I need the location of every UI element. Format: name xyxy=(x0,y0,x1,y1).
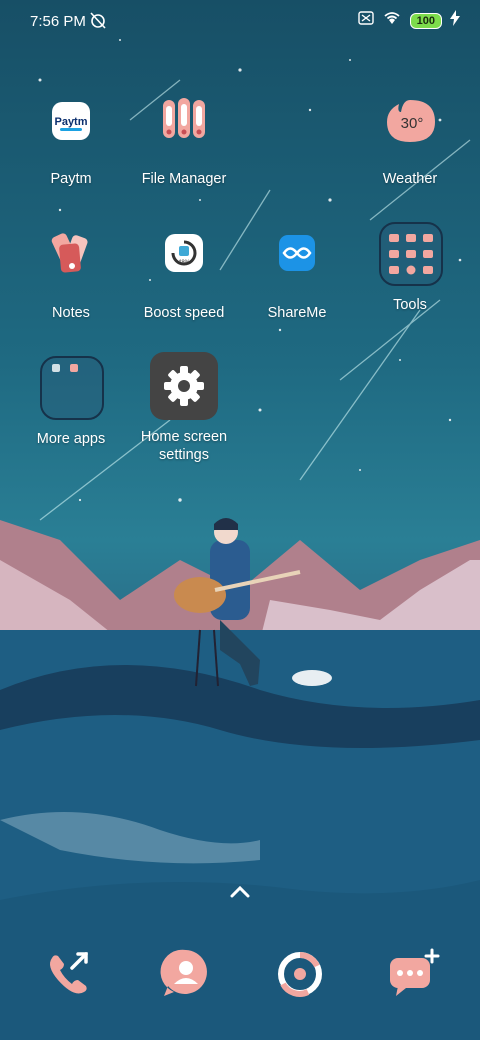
file-manager-icon xyxy=(151,96,217,162)
weather-temp: 30° xyxy=(401,115,424,132)
app-label: Notes xyxy=(52,305,90,321)
weather-icon: 30° xyxy=(377,96,443,162)
app-label: More apps xyxy=(36,431,106,447)
phone-icon[interactable] xyxy=(42,946,98,1002)
app-paytm[interactable]: Paytm Paytm xyxy=(16,96,126,188)
boost-speed-icon: 48% xyxy=(151,230,217,296)
sim-icon xyxy=(357,10,374,31)
shareme-icon xyxy=(264,230,330,296)
app-weather[interactable]: 30° Weather xyxy=(355,96,465,188)
folder-tools[interactable]: Tools xyxy=(355,222,465,314)
app-file-manager[interactable]: File Manager xyxy=(129,96,239,188)
app-home-screen-settings[interactable]: Home screen settings xyxy=(129,352,239,464)
paytm-icon: Paytm xyxy=(38,96,104,162)
gear-icon xyxy=(150,352,218,420)
messages-icon[interactable] xyxy=(386,946,442,1002)
app-shareme[interactable]: ShareMe xyxy=(242,230,352,322)
app-label: Paytm xyxy=(50,171,92,187)
app-boost-speed[interactable]: 48% Boost speed xyxy=(129,230,239,322)
dock xyxy=(0,946,480,1006)
tools-folder-icon xyxy=(379,222,443,286)
status-time: 7:56 PM xyxy=(30,13,86,30)
app-label: File Manager xyxy=(141,171,227,187)
app-notes[interactable]: Notes xyxy=(16,230,126,322)
notes-icon xyxy=(38,230,104,296)
boost-percent: 48% xyxy=(178,260,191,266)
app-label: Boost speed xyxy=(143,305,225,321)
app-label: ShareMe xyxy=(267,305,327,321)
contacts-icon[interactable] xyxy=(158,946,214,1002)
chevron-up-icon[interactable] xyxy=(228,884,252,905)
alarm-off-icon xyxy=(90,11,106,34)
app-label: Weather xyxy=(382,171,438,187)
browser-icon[interactable] xyxy=(272,946,328,1002)
charging-icon xyxy=(450,10,460,31)
folder-more-apps[interactable]: More apps xyxy=(16,356,126,448)
paytm-icon-text: Paytm xyxy=(54,116,87,128)
status-bar: 7:56 PM 100 xyxy=(0,0,480,44)
battery-badge: 100 xyxy=(409,12,442,29)
app-label: Tools xyxy=(393,297,427,313)
wifi-icon xyxy=(382,10,402,31)
app-label: Home screen settings xyxy=(140,429,228,463)
more-apps-folder-icon xyxy=(40,356,104,420)
